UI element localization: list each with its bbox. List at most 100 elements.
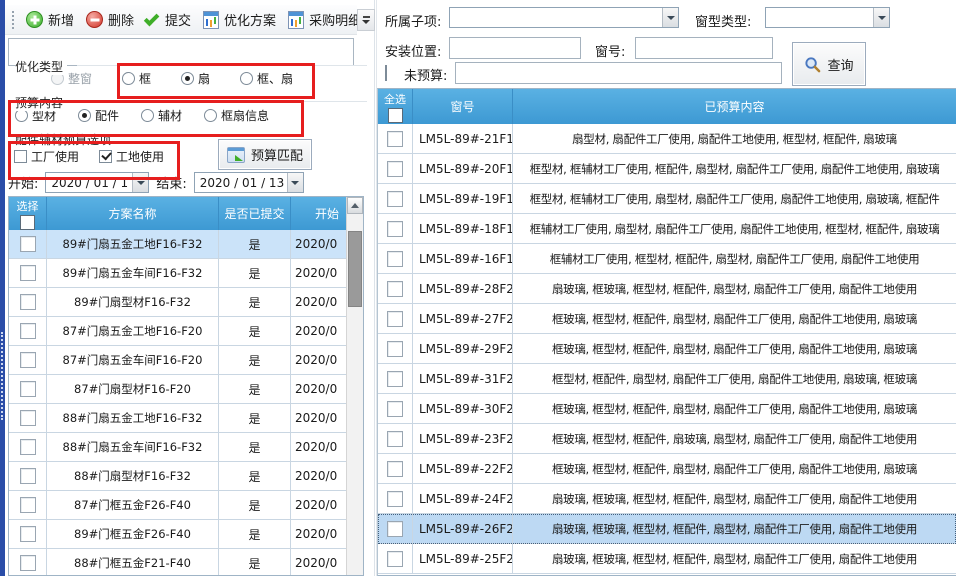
- submit-button-label: 提交: [165, 10, 191, 29]
- window-row[interactable]: LM5L-89#-31F29框型材, 框配件, 扇型材, 扇配件工厂使用, 扇配…: [378, 364, 956, 394]
- row-checkbox[interactable]: [20, 236, 36, 252]
- toolbar-overflow-button[interactable]: [357, 9, 375, 31]
- row-checkbox[interactable]: [20, 410, 36, 426]
- window-row[interactable]: LM5L-89#-20F18框型材, 框辅材工厂使用, 框配件, 扇型材, 扇配…: [378, 154, 956, 184]
- row-checkbox[interactable]: [20, 265, 36, 281]
- col-select-label: 选择: [17, 198, 39, 214]
- row-checkbox[interactable]: [20, 439, 36, 455]
- plan-row[interactable]: 88#门扇型材F16-F32是2020/0: [9, 462, 363, 491]
- submit-button[interactable]: 提交: [140, 7, 197, 32]
- sub-item-select[interactable]: [449, 7, 679, 28]
- chevron-down-icon[interactable]: [287, 173, 303, 192]
- row-checkbox[interactable]: [387, 191, 403, 207]
- radio-option[interactable]: 扇: [181, 70, 210, 87]
- window-row[interactable]: LM5L-89#-29F27框玻璃, 框型材, 框配件, 扇型材, 扇配件工厂使…: [378, 334, 956, 364]
- no-budget-input[interactable]: [455, 62, 782, 84]
- window-row[interactable]: LM5L-89#-28F26扇玻璃, 框玻璃, 框型材, 框配件, 扇型材, 扇…: [378, 274, 956, 304]
- window-no-cell: LM5L-89#-19F17: [413, 184, 513, 214]
- row-checkbox[interactable]: [387, 251, 403, 267]
- optimize-plan-button[interactable]: 优化方案: [197, 7, 282, 32]
- plan-row[interactable]: 88#门框五金F21-F40是2020/0: [9, 549, 363, 576]
- window-row[interactable]: LM5L-89#-21F19扇型材, 扇配件工厂使用, 扇配件工地使用, 框型材…: [378, 124, 956, 154]
- window-row[interactable]: LM5L-89#-30F28框玻璃, 框型材, 框配件, 扇型材, 扇配件工厂使…: [378, 394, 956, 424]
- select-all-checkbox[interactable]: [388, 108, 403, 123]
- toolbar-grip-icon[interactable]: [12, 11, 14, 29]
- plan-row[interactable]: 87#门框五金F26-F40是2020/0: [9, 491, 363, 520]
- row-checkbox[interactable]: [387, 551, 403, 567]
- row-checkbox[interactable]: [387, 521, 403, 537]
- plan-row[interactable]: 87#门扇五金车间F16-F20是2020/0: [9, 346, 363, 375]
- install-pos-input[interactable]: [449, 37, 581, 59]
- chevron-down-icon[interactable]: [132, 173, 148, 192]
- win-type-select[interactable]: [765, 7, 890, 28]
- checkbox-option[interactable]: 工地使用: [99, 148, 164, 165]
- add-button[interactable]: 新增: [20, 7, 80, 32]
- col-plan-name-header[interactable]: 方案名称: [47, 197, 219, 230]
- date-start-value: 2020 / 01 / 1: [46, 176, 132, 190]
- row-checkbox[interactable]: [387, 461, 403, 477]
- row-checkbox[interactable]: [387, 281, 403, 297]
- plan-row[interactable]: 89#门框五金F26-F40是2020/0: [9, 520, 363, 549]
- window-row[interactable]: LM5L-89#-26F24扇玻璃, 框玻璃, 框型材, 框配件, 扇型材, 扇…: [378, 514, 956, 544]
- radio-option[interactable]: 框扇信息: [204, 107, 269, 124]
- plan-row[interactable]: 89#门扇型材F16-F32是2020/0: [9, 288, 363, 317]
- row-checkbox[interactable]: [20, 352, 36, 368]
- row-checkbox[interactable]: [20, 526, 36, 542]
- row-checkbox[interactable]: [387, 161, 403, 177]
- window-row[interactable]: LM5L-89#-27F25框玻璃, 框型材, 框配件, 扇型材, 扇配件工厂使…: [378, 304, 956, 334]
- row-checkbox[interactable]: [20, 497, 36, 513]
- date-start-picker[interactable]: 2020 / 01 / 1: [45, 172, 149, 193]
- col-submitted-header[interactable]: 是否已提交: [219, 197, 291, 230]
- row-checkbox[interactable]: [20, 555, 36, 571]
- plan-table-scrollbar[interactable]: [346, 197, 363, 575]
- window-row[interactable]: LM5L-89#-24F22扇玻璃, 框玻璃, 框型材, 框配件, 扇型材, 扇…: [378, 484, 956, 514]
- query-button[interactable]: 查询: [792, 42, 866, 86]
- chevron-down-icon[interactable]: [873, 8, 889, 27]
- radio-option[interactable]: 框: [122, 70, 151, 87]
- plan-row[interactable]: 89#门扇五金车间F16-F32是2020/0: [9, 259, 363, 288]
- window-row[interactable]: LM5L-89#-18F16框辅材工厂使用, 扇型材, 扇配件工厂使用, 扇配件…: [378, 214, 956, 244]
- window-row[interactable]: LM5L-89#-23F21框玻璃, 框型材, 框配件, 扇玻璃, 扇型材, 扇…: [378, 424, 956, 454]
- plan-row[interactable]: 89#门扇五金工地F16-F32是2020/0: [9, 230, 363, 259]
- row-checkbox[interactable]: [387, 401, 403, 417]
- delete-button[interactable]: 删除: [80, 7, 140, 32]
- row-checkbox[interactable]: [387, 431, 403, 447]
- plan-row[interactable]: 88#门扇五金工地F16-F32是2020/0: [9, 404, 363, 433]
- radio-option-label: 整窗: [68, 70, 92, 87]
- row-checkbox[interactable]: [387, 311, 403, 327]
- scrollbar-thumb[interactable]: [348, 231, 362, 307]
- row-checkbox[interactable]: [387, 341, 403, 357]
- col-win-no-header[interactable]: 窗号: [413, 89, 513, 124]
- window-row[interactable]: LM5L-89#-19F17框型材, 框辅材工厂使用, 扇型材, 扇配件工厂使用…: [378, 184, 956, 214]
- plan-row[interactable]: 87#门扇型材F16-F20是2020/0: [9, 375, 363, 404]
- splitter-grip[interactable]: [1, 332, 3, 420]
- row-checkbox[interactable]: [20, 468, 36, 484]
- select-all-checkbox[interactable]: [20, 215, 35, 230]
- no-budget-checkbox[interactable]: [385, 65, 387, 81]
- win-no-input[interactable]: [635, 37, 773, 59]
- checkbox-option[interactable]: 工厂使用: [14, 148, 79, 165]
- row-checkbox[interactable]: [20, 323, 36, 339]
- row-checkbox[interactable]: [20, 381, 36, 397]
- window-row[interactable]: LM5L-89#-22F20框玻璃, 框型材, 框配件, 扇型材, 扇配件工厂使…: [378, 454, 956, 484]
- budget-match-button[interactable]: 预算匹配: [218, 139, 312, 170]
- row-checkbox[interactable]: [20, 294, 36, 310]
- row-checkbox[interactable]: [387, 371, 403, 387]
- chevron-down-icon[interactable]: [662, 8, 678, 27]
- group-divider: [77, 65, 367, 66]
- query-button-label: 查询: [827, 55, 853, 74]
- radio-option[interactable]: 配件: [78, 107, 119, 124]
- row-checkbox[interactable]: [387, 491, 403, 507]
- radio-option[interactable]: 辅材: [141, 107, 182, 124]
- scroll-up-button[interactable]: [347, 197, 363, 214]
- radio-option[interactable]: 框、扇: [240, 70, 293, 87]
- window-row[interactable]: LM5L-89#-25F23扇玻璃, 框玻璃, 框型材, 框配件, 扇型材, 扇…: [378, 544, 956, 574]
- row-checkbox[interactable]: [387, 131, 403, 147]
- plan-row[interactable]: 88#门扇五金车间F16-F32是2020/0: [9, 433, 363, 462]
- row-checkbox[interactable]: [387, 221, 403, 237]
- col-budgeted-header[interactable]: 已预算内容: [513, 89, 956, 124]
- plan-name-cell: 88#门扇五金车间F16-F32: [47, 433, 219, 462]
- date-end-picker[interactable]: 2020 / 01 / 13: [194, 172, 304, 193]
- plan-row[interactable]: 87#门扇五金工地F16-F20是2020/0: [9, 317, 363, 346]
- window-row[interactable]: LM5L-89#-16F15框辅材工厂使用, 框型材, 框配件, 扇型材, 扇配…: [378, 244, 956, 274]
